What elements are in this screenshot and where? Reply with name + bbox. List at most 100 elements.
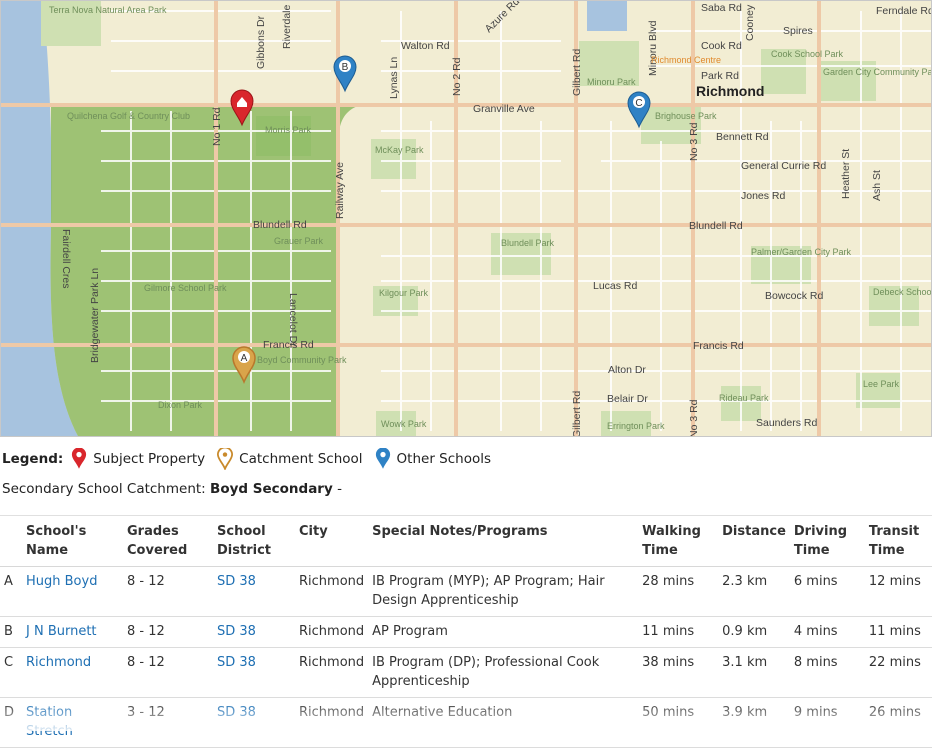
district-link[interactable]: SD 38	[217, 705, 256, 720]
walking-time-cell: 50 mins	[638, 697, 719, 748]
city-cell: Richmond	[295, 566, 369, 617]
place-label: Grauer Park	[274, 236, 324, 246]
catchment-school-name: Boyd Secondary	[210, 481, 333, 497]
place-label: Morris Park	[265, 125, 312, 135]
map-canvas[interactable]: Granville Ave Blundell Rd Blundell Rd Fr…	[1, 1, 932, 437]
notes-cell: IB Program (DP); Professional Cook Appre…	[368, 647, 639, 698]
place-label: Garden City Community Park	[823, 67, 932, 77]
grades-cell: 8 - 12	[123, 616, 213, 648]
catchment-marker-icon	[217, 448, 234, 470]
road-label: Minoru Blvd	[647, 20, 659, 76]
driving-time-cell: 8 mins	[789, 647, 865, 698]
place-label: McKay Park	[375, 145, 424, 155]
col-grades: Grades Covered	[123, 515, 213, 567]
table-row: B J N Burnett 8 - 12 SD 38 Richmond AP Progra…	[0, 616, 932, 648]
row-letter: B	[0, 616, 22, 648]
subject-marker-icon	[72, 448, 87, 469]
place-label: Lee Park	[863, 379, 900, 389]
school-name-link[interactable]: J N Burnett	[26, 624, 97, 639]
district-cell: SD 38	[213, 616, 295, 648]
road-label: Saba Rd	[701, 2, 742, 14]
district-link[interactable]: SD 38	[217, 574, 256, 589]
place-label: Terra Nova Natural Area Park	[49, 5, 167, 15]
district-link[interactable]: SD 38	[217, 624, 256, 639]
road-label: Granville Ave	[473, 103, 535, 115]
legend-item-other: Other Schools	[375, 448, 491, 470]
place-label: Cook School Park	[771, 49, 844, 59]
marker-letter: B	[342, 62, 349, 73]
walking-time-cell: 28 mins	[638, 566, 719, 617]
place-label: Quilchena Golf & Country Club	[67, 111, 190, 121]
walking-time-cell: 38 mins	[638, 647, 719, 698]
road-label: Walton Rd	[401, 40, 450, 52]
table-row: C Richmond 8 - 12 SD 38 Richmond IB Program (…	[0, 647, 932, 698]
grades-cell: 8 - 12	[123, 566, 213, 617]
grades-cell: 3 - 12	[123, 697, 213, 748]
col-notes: Special Notes/Programs	[368, 515, 639, 567]
grades-cell: 8 - 12	[123, 647, 213, 698]
road-label: Gibbons Dr	[255, 15, 267, 69]
legend-title: Legend:	[2, 451, 64, 467]
school-name-cell: J N Burnett	[22, 616, 123, 648]
distance-cell: 2.3 km	[718, 566, 790, 617]
distance-cell: 0.9 km	[718, 616, 790, 648]
road-label: Lynas Ln	[388, 57, 400, 99]
driving-time-cell: 4 mins	[789, 616, 865, 648]
road-label: Lancelot Dr	[287, 293, 299, 347]
road-label: Railway Ave	[334, 162, 346, 219]
road-label: Blundell Rd	[689, 220, 743, 232]
school-name-link[interactable]: Station Stretch	[26, 705, 73, 739]
schools-table: School's Name Grades Covered School Dist…	[0, 515, 932, 748]
col-city: City	[295, 515, 369, 567]
place-label: Debeck School Park	[873, 287, 932, 297]
legend-label: Catchment School	[239, 451, 363, 467]
table-row: D Station Stretch 3 - 12 SD 38 Richmond Alter…	[0, 697, 932, 748]
district-cell: SD 38	[213, 647, 295, 698]
legend-label: Other Schools	[396, 451, 492, 467]
notes-cell: Alternative Education	[368, 697, 639, 748]
transit-time-cell: 11 mins	[864, 616, 932, 648]
road-label: Park Rd	[701, 70, 739, 82]
road-label: Bridgewater Park Ln	[89, 268, 101, 363]
col-driving: Driving Time	[789, 515, 865, 567]
city-cell: Richmond	[295, 647, 369, 698]
school-name-cell: Station Stretch	[22, 697, 123, 748]
district-cell: SD 38	[213, 697, 295, 748]
district-link[interactable]: SD 38	[217, 655, 256, 670]
place-label: Minoru Park	[587, 77, 636, 87]
place-label: Richmond Centre	[651, 55, 721, 65]
transit-time-cell: 12 mins	[864, 566, 932, 617]
city-label: Richmond	[696, 83, 764, 99]
district-cell: SD 38	[213, 566, 295, 617]
catchment-suffix: -	[337, 481, 342, 497]
table-row: A Hugh Boyd 8 - 12 SD 38 Richmond IB Program …	[0, 566, 932, 617]
road-label: Ferndale Rd	[876, 5, 932, 17]
driving-time-cell: 9 mins	[789, 697, 865, 748]
col-district: School District	[213, 515, 295, 567]
catchment-info: Secondary School Catchment: Boyd Seconda…	[2, 481, 342, 497]
school-name-cell: Richmond	[22, 647, 123, 698]
road-label: Gilbert Rd	[571, 391, 583, 437]
legend-item-catchment: Catchment School	[217, 448, 363, 470]
other-school-marker-icon	[375, 448, 390, 469]
school-name-link[interactable]: Richmond	[26, 655, 91, 670]
transit-time-cell: 26 mins	[864, 697, 932, 748]
col-letter	[0, 515, 22, 567]
road-label: Jones Rd	[741, 190, 786, 202]
road-label: General Currie Rd	[741, 160, 826, 172]
road-label: Bowcock Rd	[765, 290, 824, 302]
school-map[interactable]: Granville Ave Blundell Rd Blundell Rd Fr…	[0, 0, 932, 437]
distance-cell: 3.1 km	[718, 647, 790, 698]
place-label: Errington Park	[607, 421, 665, 431]
place-label: Gilmore School Park	[144, 283, 227, 293]
place-label: Kilgour Park	[379, 288, 429, 298]
col-walking: Walking Time	[638, 515, 719, 567]
road-label: No 1 Rd	[211, 107, 223, 146]
legend-item-subject: Subject Property	[71, 448, 205, 470]
road-label: Heather St	[840, 149, 852, 199]
catchment-prefix: Secondary School Catchment:	[2, 481, 206, 497]
school-name-link[interactable]: Hugh Boyd	[26, 574, 97, 589]
road-label: Ash St	[871, 170, 883, 201]
road-label: Alton Dr	[608, 364, 646, 376]
place-label: Blundell Park	[501, 238, 555, 248]
